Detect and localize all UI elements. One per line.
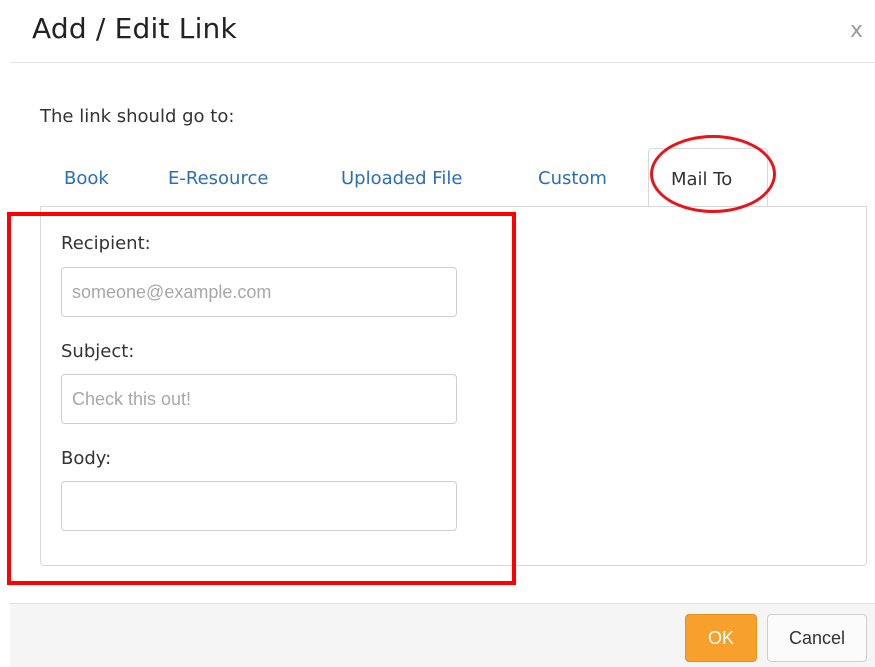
mail-to-panel: Recipient: Subject: Body: [40,206,867,566]
add-edit-link-dialog: Add / Edit Link x The link should go to:… [0,0,875,667]
header-divider [10,62,875,63]
link-type-tabs: Book E-Resource Uploaded File Custom Mai… [40,148,867,206]
tab-book[interactable]: Book [64,168,109,189]
tab-uploaded-file[interactable]: Uploaded File [341,168,462,189]
tab-e-resource[interactable]: E-Resource [168,168,268,189]
subject-input[interactable] [61,374,457,424]
body-input[interactable] [61,481,457,531]
ok-button[interactable]: OK [685,614,757,662]
tab-mail-to[interactable]: Mail To [648,148,768,206]
close-icon[interactable]: x [850,20,863,42]
dialog-footer: OK Cancel [10,603,875,667]
body-label: Body: [61,448,112,469]
recipient-input[interactable] [61,267,457,317]
recipient-label: Recipient: [61,233,151,254]
cancel-button[interactable]: Cancel [767,614,867,662]
intro-text: The link should go to: [40,106,235,127]
tab-custom[interactable]: Custom [538,168,607,189]
dialog-title: Add / Edit Link [32,12,237,45]
subject-label: Subject: [61,341,135,362]
tab-mail-to-label: Mail To [671,169,733,190]
